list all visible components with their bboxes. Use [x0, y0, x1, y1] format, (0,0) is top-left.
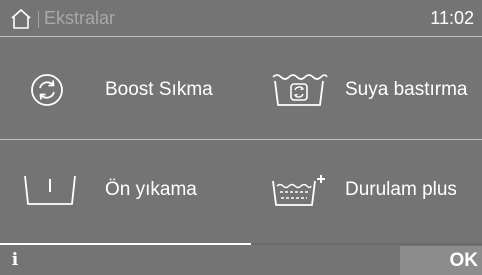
ok-label: OK	[449, 250, 479, 271]
option-label: Ön yıkama	[105, 179, 197, 200]
soak-icon	[272, 74, 328, 106]
home-icon[interactable]	[10, 8, 32, 30]
option-suya-bastirma[interactable]: Suya bastırma	[240, 40, 482, 140]
option-label: Durulam plus	[345, 179, 457, 200]
prewash-icon	[24, 175, 76, 205]
header-divider	[0, 36, 482, 37]
progress-bar	[0, 243, 482, 245]
rinse-plus-icon	[272, 175, 325, 206]
info-button[interactable]: i	[0, 246, 30, 275]
page-title: Ekstralar	[44, 8, 116, 28]
status-header: Ekstralar 11:02	[0, 0, 482, 36]
clock: 11:02	[430, 8, 474, 28]
header-separator	[38, 11, 39, 28]
option-durulam-plus[interactable]: Durulam plus	[240, 140, 482, 240]
option-on-yikama[interactable]: Ön yıkama	[0, 140, 240, 240]
boost-spin-icon	[31, 74, 63, 106]
progress-fill	[0, 243, 251, 245]
option-label: Boost Sıkma	[105, 79, 213, 100]
option-boost-sikma[interactable]: Boost Sıkma	[0, 40, 240, 140]
option-label: Suya bastırma	[345, 79, 468, 100]
ok-button[interactable]: OK	[400, 246, 482, 275]
